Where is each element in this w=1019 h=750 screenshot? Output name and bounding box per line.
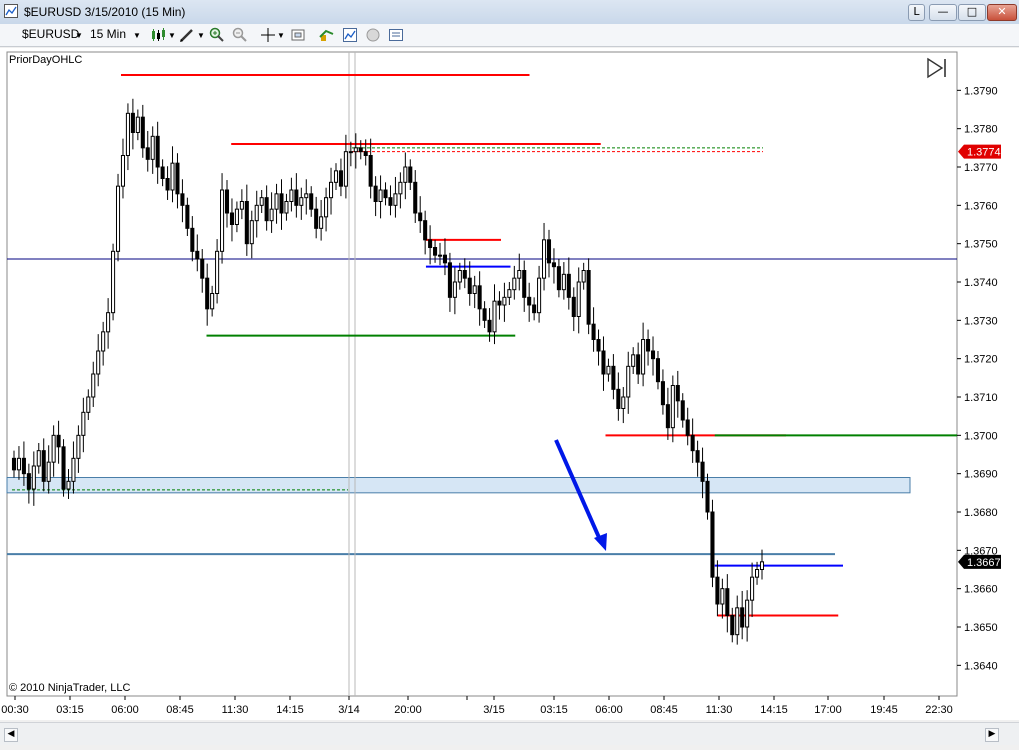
strategy-icon[interactable] [319, 27, 335, 43]
maximize-button[interactable]: □ [958, 4, 986, 21]
x-tick-label: 11:30 [222, 704, 249, 716]
support-zone [6, 477, 911, 494]
chevron-down-icon[interactable]: ▼ [168, 31, 176, 40]
x-tick-label: 19:45 [870, 704, 898, 716]
chart-panel[interactable]: 1.3790 1.3780 1.3770 1.3760 1.3750 1.3740 1.37… [0, 48, 1019, 720]
title-bar: $EURUSD 3/15/2010 (15 Min) L — □ ✕ [0, 0, 1019, 25]
price-marker: 1.3667 [958, 554, 1001, 569]
candle [61, 439, 66, 497]
interval-selector[interactable]: 15 Min [90, 27, 126, 41]
bar-type-icon[interactable] [150, 27, 166, 43]
y-tick-label: 1.3740 [964, 277, 998, 289]
candle [710, 499, 715, 588]
chevron-down-icon[interactable]: ▼ [197, 31, 205, 40]
snapshot-icon[interactable] [290, 27, 306, 43]
indicators-icon[interactable] [342, 27, 358, 43]
x-tick-label: 3/15 [483, 704, 504, 716]
price-marker-label: 1.3667 [967, 557, 1001, 569]
drawing-pencil-icon[interactable] [179, 27, 195, 43]
x-tick-label: 03:15 [56, 704, 84, 716]
zoom-in-icon[interactable] [209, 27, 225, 43]
y-tick-label: 1.3790 [964, 85, 998, 97]
price-marker: 1.3774 [958, 144, 1001, 159]
candle [111, 243, 116, 321]
x-tick-label: 08:45 [650, 704, 678, 716]
price-marker-label: 1.3774 [967, 147, 1001, 159]
y-tick-label: 1.3780 [964, 124, 998, 136]
x-tick-label: 00:30 [1, 704, 29, 716]
x-tick-label: 14:15 [276, 704, 304, 716]
x-tick-label: 08:45 [166, 704, 194, 716]
window-title: $EURUSD 3/15/2010 (15 Min) [24, 5, 186, 19]
y-tick-label: 1.3720 [964, 354, 998, 366]
minimize-button[interactable]: — [929, 4, 957, 21]
y-tick-label: 1.3640 [964, 660, 998, 672]
chart-toolbar: $EURUSD ▼ 15 Min ▼ ▼ ▼ ▼ [0, 24, 1019, 47]
chevron-down-icon[interactable]: ▼ [133, 31, 141, 40]
y-tick-label: 1.3690 [964, 469, 998, 481]
instrument-selector[interactable]: $EURUSD [22, 27, 79, 41]
x-tick-label: 22:30 [925, 704, 953, 716]
y-tick-label: 1.3770 [964, 162, 998, 174]
y-tick-label: 1.3700 [964, 430, 998, 442]
x-tick-label: 20:00 [394, 704, 422, 716]
copyright-text: © 2010 NinjaTrader, LLC [9, 682, 131, 694]
y-tick-label: 1.3680 [964, 507, 998, 519]
chevron-down-icon[interactable]: ▼ [75, 31, 83, 40]
crosshair-icon[interactable] [260, 27, 276, 43]
properties-icon[interactable] [365, 27, 381, 43]
y-tick-label: 1.3710 [964, 392, 998, 404]
x-tick-label: 06:00 [111, 704, 139, 716]
y-tick-label: 1.3650 [964, 622, 998, 634]
x-tick-label: 3/14 [338, 704, 359, 716]
pin-button[interactable]: L [908, 4, 925, 21]
y-tick-label: 1.3760 [964, 200, 998, 212]
indicator-label: PriorDayOHLC [9, 54, 83, 66]
scroll-left-arrow-icon[interactable]: ◀ [4, 728, 18, 742]
y-tick-label: 1.3660 [964, 584, 998, 596]
y-tick-label: 1.3750 [964, 239, 998, 251]
x-tick-label: 14:15 [760, 704, 788, 716]
zoom-out-icon[interactable] [232, 27, 248, 43]
x-tick-label: 11:30 [706, 704, 733, 716]
skip-to-end-icon[interactable] [926, 57, 950, 79]
chevron-down-icon[interactable]: ▼ [277, 31, 285, 40]
app-chart-icon [4, 4, 18, 18]
x-tick-label: 17:00 [814, 704, 842, 716]
scroll-right-arrow-icon[interactable]: ▶ [985, 728, 999, 742]
horizontal-scrollbar[interactable]: ◀ ▶ [0, 722, 1019, 745]
close-button[interactable]: ✕ [987, 4, 1017, 21]
x-tick-label: 03:15 [540, 704, 568, 716]
y-tick-label: 1.3730 [964, 315, 998, 327]
data-box-icon[interactable] [388, 27, 404, 43]
price-chart[interactable]: 1.3790 1.3780 1.3770 1.3760 1.3750 1.3740 1.37… [0, 48, 1019, 720]
candle [115, 173, 121, 262]
x-tick-label: 06:00 [595, 704, 623, 716]
